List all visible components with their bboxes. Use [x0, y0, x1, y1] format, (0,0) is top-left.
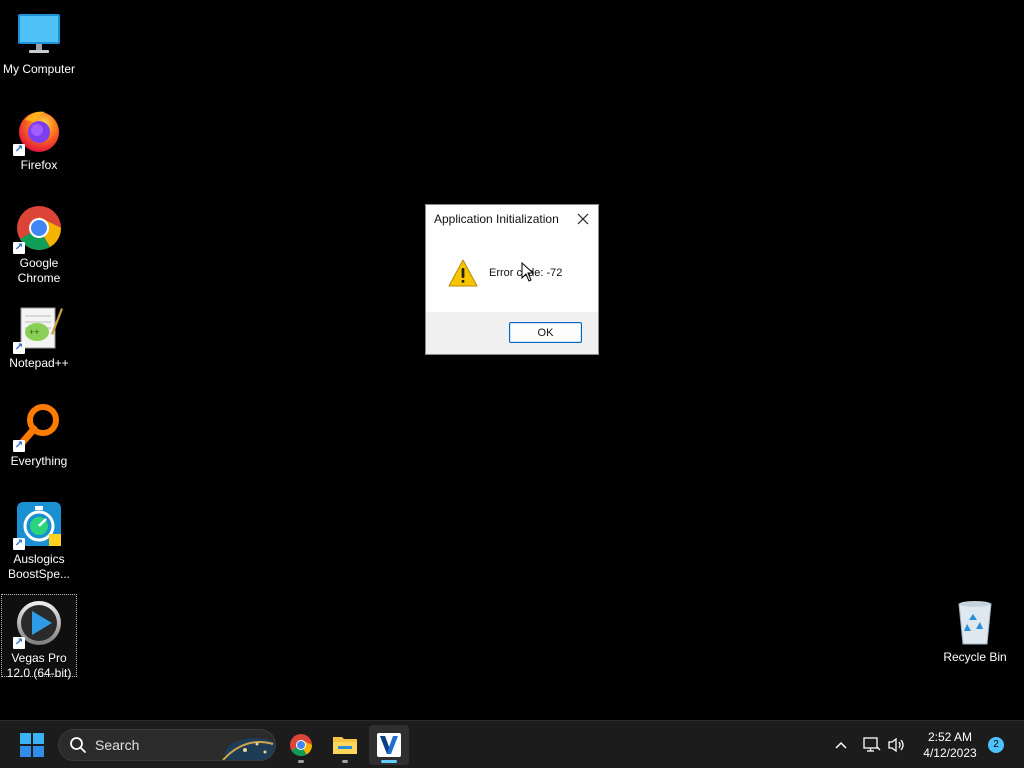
clock-date: 4/12/2023 [923, 746, 977, 760]
vegas-icon [377, 733, 401, 757]
shortcut-arrow-icon: ↗ [13, 342, 25, 354]
desktop-icon-vegas-pro[interactable]: ↗ Vegas Pro 12.0 (64-bit) [1, 594, 77, 680]
ok-button[interactable]: OK [509, 322, 582, 343]
tray-volume[interactable] [886, 721, 908, 768]
warning-icon [448, 259, 478, 287]
desktop-icon-label: Notepad++ [9, 356, 69, 370]
dialog-close-button[interactable] [568, 205, 598, 233]
mouse-cursor-icon [521, 262, 535, 282]
chevron-up-icon [835, 741, 847, 749]
desktop-icon-my-computer[interactable]: My Computer [1, 6, 77, 78]
error-dialog: Application Initialization Error code: -… [425, 204, 599, 355]
dialog-body: Error code: -72 [426, 233, 598, 313]
dialog-title: Application Initialization [434, 212, 559, 226]
taskbar-file-explorer[interactable] [325, 725, 365, 765]
monitor-icon [15, 10, 63, 58]
firefox-icon: ↗ [13, 106, 63, 156]
search-icon [70, 737, 86, 753]
speaker-icon [888, 737, 904, 753]
desktop-icon-label: Recycle Bin [943, 650, 1007, 664]
running-indicator [298, 760, 304, 763]
search-label: Search [95, 737, 140, 753]
desktop-icon-label: Auslogics BoostSpe... [7, 552, 71, 581]
desktop-icon-label: Firefox [20, 158, 58, 172]
chrome-icon: ↗ [13, 204, 63, 254]
start-button[interactable] [12, 725, 52, 765]
shortcut-arrow-icon: ↗ [13, 538, 25, 550]
desktop-icon-google-chrome[interactable]: ↗ Google Chrome [1, 200, 77, 288]
desktop-icon-auslogics[interactable]: ↗ Auslogics BoostSpe... [1, 496, 77, 584]
desktop-icon-label: My Computer [2, 62, 76, 76]
taskbar-chrome[interactable] [281, 725, 321, 765]
shortcut-arrow-icon: ↗ [13, 144, 25, 156]
svg-text:++: ++ [29, 327, 40, 337]
recycle-bin-icon [951, 598, 999, 646]
notepadpp-icon: ++ ↗ [13, 304, 63, 354]
desktop-icon-label: Everything [10, 454, 68, 468]
taskbar: Search 2:52 AM 4/12/2023 2 [0, 720, 1024, 768]
desktop-icon-notepadpp[interactable]: ++ ↗ Notepad++ [1, 300, 77, 372]
shortcut-arrow-icon: ↗ [13, 637, 25, 649]
tray-overflow-chevron[interactable] [830, 721, 852, 768]
desktop-icon-firefox[interactable]: ↗ Firefox [1, 102, 77, 174]
close-icon [577, 213, 589, 225]
shortcut-arrow-icon: ↗ [13, 440, 25, 452]
clock-time: 2:52 AM [927, 730, 973, 744]
desktop-icon-recycle-bin[interactable]: Recycle Bin [937, 594, 1013, 666]
vegas-icon: ↗ [13, 599, 63, 649]
notification-badge[interactable]: 2 [988, 737, 1004, 753]
taskbar-vegas-pro[interactable] [369, 725, 409, 765]
dialog-titlebar[interactable]: Application Initialization [426, 205, 598, 233]
dialog-footer: OK [426, 312, 598, 354]
desktop-icon-everything[interactable]: ↗ Everything [1, 398, 77, 470]
auslogics-icon: ↗ [13, 500, 63, 550]
windows-logo-icon [20, 733, 44, 757]
taskbar-clock[interactable]: 2:52 AM 4/12/2023 [916, 729, 984, 761]
desktop-icon-label: Google Chrome [17, 256, 61, 285]
network-icon [863, 737, 881, 752]
chrome-icon [290, 734, 312, 756]
shortcut-arrow-icon: ↗ [13, 242, 25, 254]
search-highlight-icon [222, 738, 275, 760]
running-indicator [342, 760, 348, 763]
desktop-icon-label: Vegas Pro 12.0 (64-bit) [6, 651, 72, 680]
file-explorer-icon [333, 737, 357, 754]
taskbar-search-box[interactable]: Search [58, 729, 276, 761]
tray-network[interactable] [861, 721, 883, 768]
everything-icon: ↗ [13, 402, 63, 452]
active-indicator [381, 760, 397, 763]
